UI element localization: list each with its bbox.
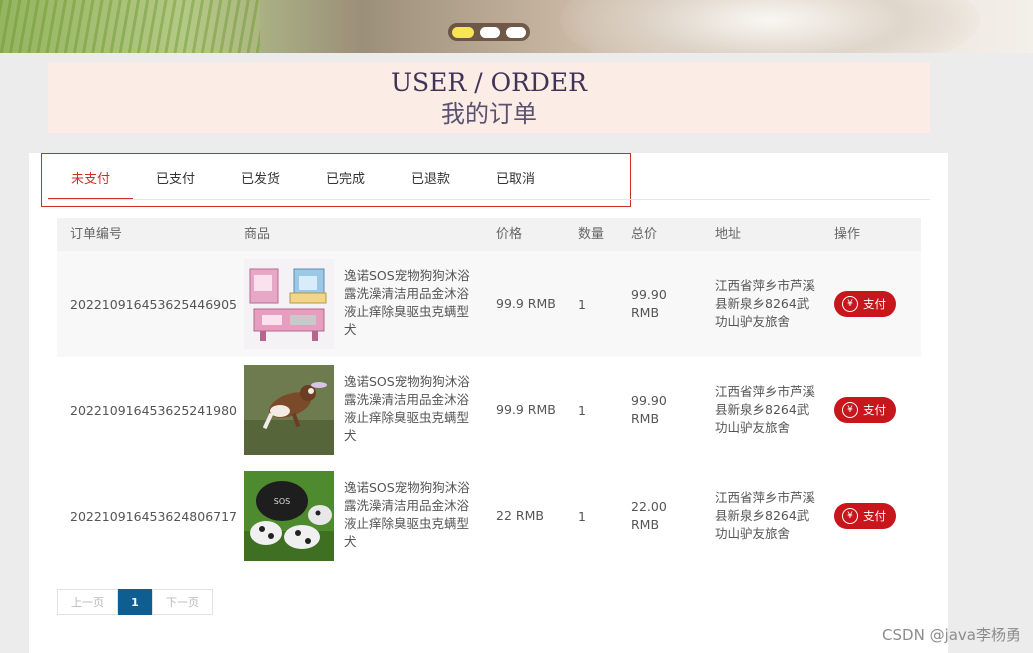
header-total: 总价: [631, 227, 658, 242]
quantity: 1: [578, 296, 586, 312]
header-address: 地址: [715, 227, 742, 242]
price: 99.9 RMB: [496, 296, 556, 311]
total-price: 22.00 RMB: [631, 499, 667, 532]
pay-button[interactable]: ¥ 支付: [834, 397, 896, 423]
pay-button[interactable]: ¥ 支付: [834, 291, 896, 317]
total-price: 99.90 RMB: [631, 287, 667, 320]
order-id: 202210916453624806717: [70, 463, 237, 569]
total-price: 99.90 RMB: [631, 393, 667, 426]
banner-grass-image: [0, 0, 260, 53]
table-header: 订单编号 商品 价格 数量 总价 地址 操作: [57, 218, 921, 251]
pay-button-label: 支付: [863, 403, 886, 417]
banner-cat-image: [560, 0, 980, 53]
pagination: 上一页 1 下一页: [57, 589, 213, 615]
yen-icon: ¥: [842, 296, 858, 312]
tab-paid[interactable]: 已支付: [133, 158, 218, 200]
page-title-zh: 我的订单: [441, 100, 537, 128]
address: 江西省萍乡市芦溪县新泉乡8264武功山驴友旅舍: [715, 278, 816, 329]
header-quantity: 数量: [578, 227, 605, 242]
carousel-dot-3[interactable]: [505, 26, 526, 38]
header-price: 价格: [496, 227, 523, 242]
tab-shipped[interactable]: 已发货: [218, 158, 303, 200]
pet-shoes-image: SOS: [244, 471, 334, 561]
product-image[interactable]: [244, 259, 334, 349]
tab-refunded[interactable]: 已退款: [388, 158, 473, 200]
order-id-text: 202210916453624806717: [70, 508, 238, 524]
yen-icon: ¥: [842, 402, 858, 418]
top-banner-carousel: [0, 0, 1033, 53]
product-image[interactable]: SOS: [244, 471, 334, 561]
csdn-watermark: CSDN @java李杨勇: [882, 626, 1021, 644]
orders-table: 订单编号 商品 价格 数量 总价 地址 操作 20221091645362544…: [57, 218, 921, 569]
order-id-text: 202210916453625241980: [70, 402, 238, 418]
tab-cancelled[interactable]: 已取消: [473, 158, 558, 200]
quantity: 1: [578, 508, 586, 524]
order-id: 202210916453625446905: [70, 251, 237, 357]
header-order-id: 订单编号: [70, 227, 123, 242]
address: 江西省萍乡市芦溪县新泉乡8264武功山驴友旅舍: [715, 490, 816, 541]
pay-button-label: 支付: [863, 509, 886, 523]
price: 22 RMB: [496, 508, 544, 523]
action-cell: ¥ 支付: [834, 251, 896, 357]
address: 江西省萍乡市芦溪县新泉乡8264武功山驴友旅舍: [715, 384, 816, 435]
quantity: 1: [578, 402, 586, 418]
price: 99.9 RMB: [496, 402, 556, 417]
order-id: 202210916453625241980: [70, 357, 237, 463]
page-title-en: USER / ORDER: [390, 68, 588, 97]
jumping-dog-image: [244, 365, 334, 455]
tab-unpaid[interactable]: 未支付: [48, 158, 133, 200]
carousel-dot-2[interactable]: [479, 26, 500, 38]
table-row: 202210916453625446905 逸诺SOS宠物狗狗沐浴露洗澡清洁用品…: [57, 251, 921, 357]
pay-button-label: 支付: [863, 297, 886, 311]
yen-icon: ¥: [842, 508, 858, 524]
action-cell: ¥ 支付: [834, 463, 896, 569]
product-name[interactable]: 逸诺SOS宠物狗狗沐浴露洗澡清洁用品金沐浴液止痒除臭驱虫克螨型犬: [344, 479, 479, 551]
table-row: 202210916453625241980 逸诺SOS宠物狗狗沐浴露洗澡清洁用品…: [57, 357, 921, 463]
carousel-dot-1[interactable]: [452, 26, 474, 38]
prev-page-button[interactable]: 上一页: [57, 589, 118, 615]
order-id-text: 202210916453625446905: [70, 296, 238, 312]
tabs-divider: [48, 199, 930, 200]
order-status-tabs: 未支付 已支付 已发货 已完成 已退款 已取消: [48, 158, 558, 200]
tab-completed[interactable]: 已完成: [303, 158, 388, 200]
pay-button[interactable]: ¥ 支付: [834, 503, 896, 529]
next-page-button[interactable]: 下一页: [152, 589, 213, 615]
page-header: USER / ORDER 我的订单: [48, 62, 930, 133]
carousel-indicators: [448, 23, 530, 41]
header-product: 商品: [244, 227, 271, 242]
product-image[interactable]: [244, 365, 334, 455]
page-1-button[interactable]: 1: [118, 589, 152, 615]
product-name[interactable]: 逸诺SOS宠物狗狗沐浴露洗澡清洁用品金沐浴液止痒除臭驱虫克螨型犬: [344, 267, 479, 339]
header-action: 操作: [834, 227, 861, 242]
table-row: 202210916453624806717 SOS 逸诺SOS宠物狗狗沐浴露洗澡…: [57, 463, 921, 569]
pet-bath-toy-image: [244, 259, 334, 349]
svg-text:SOS: SOS: [274, 497, 290, 506]
product-name[interactable]: 逸诺SOS宠物狗狗沐浴露洗澡清洁用品金沐浴液止痒除臭驱虫克螨型犬: [344, 373, 479, 445]
action-cell: ¥ 支付: [834, 357, 896, 463]
